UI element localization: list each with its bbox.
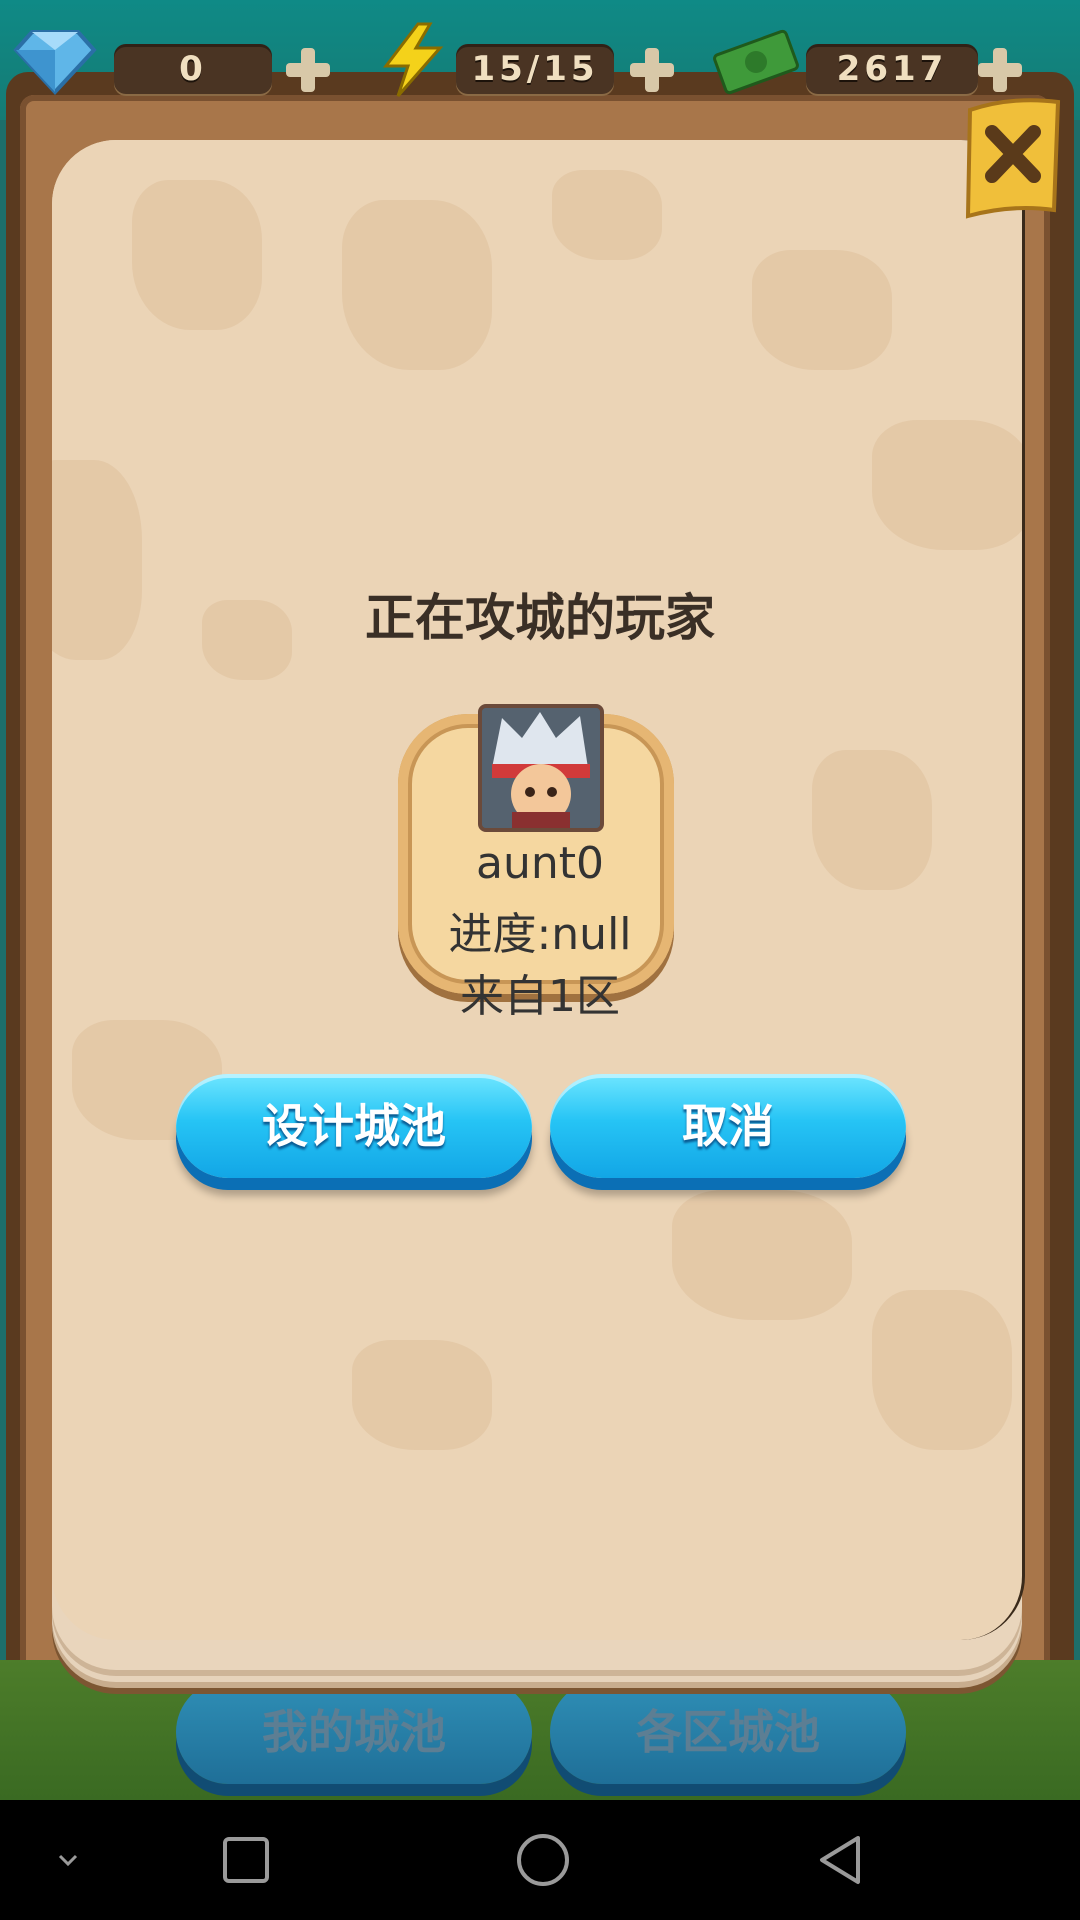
money-counter: 2617 [806, 44, 978, 94]
player-origin: 来自1区 [460, 971, 620, 1022]
player-progress: 进度:null [448, 909, 632, 960]
ninja-avatar-icon [478, 704, 604, 832]
system-nav-bar [0, 1800, 1080, 1920]
back-icon[interactable] [810, 1830, 870, 1890]
gems-counter: 0 [114, 44, 272, 94]
energy-value: 15/15 [471, 49, 599, 89]
money-value: 2617 [836, 49, 948, 89]
home-icon[interactable] [513, 1830, 573, 1890]
gems-value: 0 [179, 49, 207, 89]
add-energy-button[interactable] [626, 44, 678, 96]
energy-counter: 15/15 [456, 44, 614, 94]
tab-my-city[interactable]: 我的城池 [176, 1680, 532, 1784]
recents-icon[interactable] [216, 1830, 276, 1890]
tab-zone-cities[interactable]: 各区城池 [550, 1680, 906, 1784]
diamond-icon [13, 30, 97, 95]
design-city-button[interactable]: 设计城池 [176, 1074, 532, 1178]
close-icon[interactable] [962, 92, 1066, 230]
lightning-icon [382, 22, 444, 97]
dialog-title: 正在攻城的玩家 [365, 589, 715, 647]
cancel-button[interactable]: 取消 [550, 1074, 906, 1178]
add-money-button[interactable] [974, 44, 1026, 96]
collapse-icon[interactable] [38, 1830, 98, 1890]
player-name: aunt0 [476, 838, 604, 889]
add-gems-button[interactable] [282, 44, 334, 96]
game-background-bottom [0, 1660, 1080, 1800]
cash-icon [713, 29, 799, 95]
